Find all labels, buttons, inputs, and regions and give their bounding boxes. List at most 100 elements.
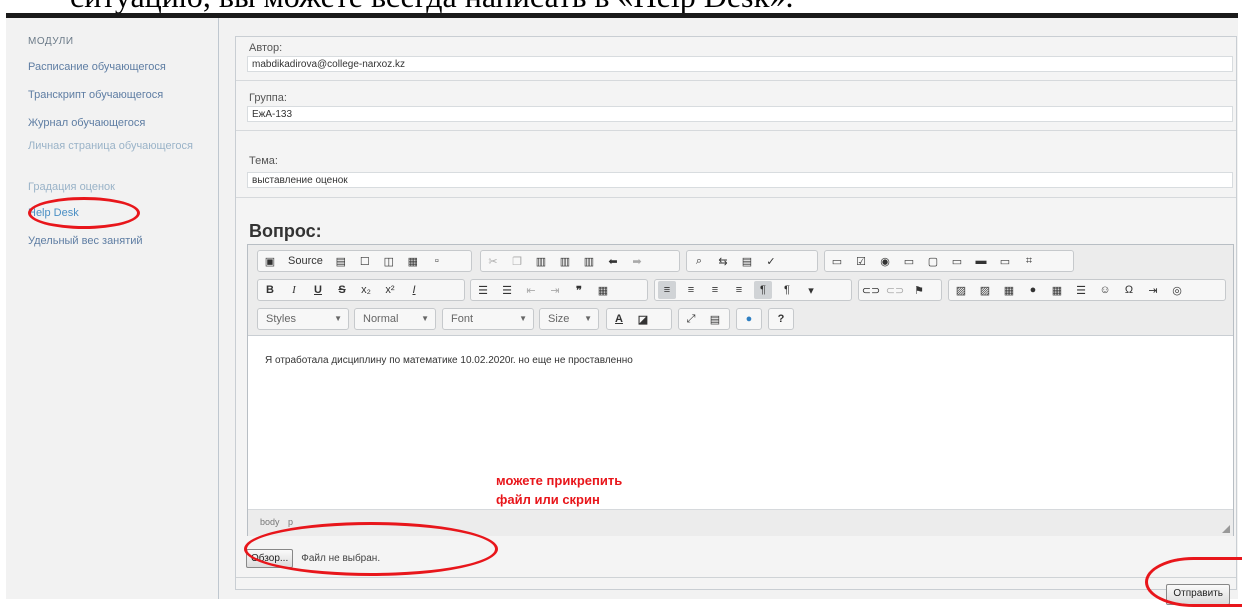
sidebar-item-schedule[interactable]: Расписание обучающегося (28, 61, 208, 74)
source-icon[interactable]: ▣ (261, 252, 279, 270)
bulleted-list-icon[interactable]: ☰ (498, 281, 516, 299)
toolbar-group-forms: ▭ ☑ ◉ ▭ ▢ ▭ ▬ ▭ ⌗ (824, 250, 1074, 272)
sidebar-item-journal[interactable]: Журнал обучающегося (28, 117, 208, 130)
align-right-icon[interactable]: ≡ (706, 281, 724, 299)
subject-field[interactable]: выставление оценок (247, 172, 1233, 188)
anchor-icon[interactable]: ⚑ (910, 281, 928, 299)
textfield-icon[interactable]: ▭ (900, 252, 918, 270)
find-icon[interactable]: ⌕ (690, 252, 708, 270)
separator (236, 577, 1236, 578)
source-button[interactable]: Source (285, 252, 326, 270)
sidebar-item-personal-page[interactable]: Личная страница обучающегося (28, 140, 208, 153)
show-blocks-icon[interactable]: ▤ (706, 310, 724, 328)
underline-icon[interactable]: U (309, 281, 327, 299)
select-all-icon[interactable]: ▤ (738, 252, 756, 270)
save-icon[interactable]: ▤ (332, 252, 350, 270)
blockquote-icon[interactable]: ❞ (570, 281, 588, 299)
strike-icon[interactable]: S (333, 281, 351, 299)
link-icon[interactable]: ⊂⊃ (862, 281, 880, 299)
page-break-icon[interactable]: ⇥ (1144, 281, 1162, 299)
select-icon[interactable]: ▭ (948, 252, 966, 270)
author-field[interactable]: mabdikadirova@college-narxoz.kz (247, 56, 1233, 72)
message-text: Я отработала дисциплину по математике 10… (265, 355, 633, 366)
hidden-field-icon[interactable]: ⌗ (1020, 252, 1038, 270)
numbered-list-icon[interactable]: ☰ (474, 281, 492, 299)
screenshot-frame: МОДУЛИ Расписание обучающегося Транскрип… (6, 18, 1242, 607)
sidebar-item-lesson-weight[interactable]: Удельный вес занятий (28, 235, 208, 248)
toolbar-group-align: ≡ ≡ ≡ ≡ ¶ ¶ ▾ (654, 279, 852, 301)
italic-icon[interactable]: I (285, 281, 303, 299)
horizontal-rule-icon[interactable]: ☰ (1072, 281, 1090, 299)
templates-icon[interactable]: ▫ (428, 252, 446, 270)
radio-icon[interactable]: ◉ (876, 252, 894, 270)
send-highlight-circle (1145, 557, 1242, 607)
about-icon[interactable]: ● (740, 310, 758, 328)
separator (236, 130, 1236, 131)
iframe-icon[interactable]: ▦ (1000, 281, 1018, 299)
resize-grip-icon[interactable] (1222, 525, 1230, 533)
special-char-icon[interactable]: Ω (1120, 281, 1138, 299)
smiley-icon[interactable]: ☺ (1096, 281, 1114, 299)
bold-icon[interactable]: B (261, 281, 279, 299)
textarea-icon[interactable]: ▢ (924, 252, 942, 270)
div-icon[interactable]: ▦ (594, 281, 612, 299)
bg-color-icon[interactable]: ◪ (634, 310, 652, 328)
unlink-icon[interactable]: ⊂⊃ (886, 281, 904, 299)
preview-icon[interactable]: ◫ (380, 252, 398, 270)
paste-icon[interactable]: ▥ (532, 252, 550, 270)
button-icon[interactable]: ▬ (972, 252, 990, 270)
styles-dropdown[interactable]: Styles ▼ (257, 308, 349, 330)
superscript-icon[interactable]: x² (381, 281, 399, 299)
flash-icon[interactable]: ▨ (976, 281, 994, 299)
attachment-annotation: можете прикрепить файл или скрин (496, 471, 622, 509)
path-body[interactable]: body (260, 517, 280, 527)
paste-word-icon[interactable]: ▥ (580, 252, 598, 270)
rtl-icon[interactable]: ¶ (778, 281, 796, 299)
editor-content[interactable]: Я отработала дисциплину по математике 10… (248, 336, 1233, 508)
maximize-icon[interactable]: ⤢ (682, 310, 700, 328)
sidebar-item-grading[interactable]: Градация оценок (28, 181, 208, 194)
editor-toolbar: ▣ Source ▤ ☐ ◫ ▦ ▫ ✂ ❐ ▥ ▥ ▥ ⬅ ➡ ⌕ ⇆ ▤ ✓… (248, 245, 1233, 336)
separator (236, 80, 1236, 81)
undo-icon[interactable]: ⬅ (604, 252, 622, 270)
align-left-icon[interactable]: ≡ (658, 281, 676, 299)
chevron-down-icon: ▼ (519, 314, 527, 323)
form-icon[interactable]: ▭ (828, 252, 846, 270)
language-icon[interactable]: ▾ (802, 281, 820, 299)
ltr-icon[interactable]: ¶ (754, 281, 772, 299)
chevron-down-icon: ▼ (421, 314, 429, 323)
path-p[interactable]: p (288, 517, 293, 527)
sidebar: МОДУЛИ Расписание обучающегося Транскрип… (6, 18, 219, 599)
table-icon[interactable]: ▦ (1048, 281, 1066, 299)
rich-text-editor: ▣ Source ▤ ☐ ◫ ▦ ▫ ✂ ❐ ▥ ▥ ▥ ⬅ ➡ ⌕ ⇆ ▤ ✓… (247, 244, 1234, 536)
image-icon[interactable]: ▨ (952, 281, 970, 299)
indent-icon[interactable]: ⇥ (546, 281, 564, 299)
remove-format-icon[interactable]: I (405, 281, 423, 299)
sidebar-item-transcript[interactable]: Транскрипт обучающегося (28, 89, 208, 102)
toolbar-group-find: ⌕ ⇆ ▤ ✓ (686, 250, 818, 272)
font-dropdown[interactable]: Font ▼ (442, 308, 534, 330)
outdent-icon[interactable]: ⇤ (522, 281, 540, 299)
text-color-icon[interactable]: A (610, 310, 628, 328)
help-icon[interactable]: ? (772, 310, 790, 328)
replace-icon[interactable]: ⇆ (714, 252, 732, 270)
align-center-icon[interactable]: ≡ (682, 281, 700, 299)
checkbox-icon[interactable]: ☑ (852, 252, 870, 270)
spellcheck-icon[interactable]: ✓ (762, 252, 780, 270)
group-field[interactable]: ЕжА-133 (247, 106, 1233, 122)
new-page-icon[interactable]: ☐ (356, 252, 374, 270)
globe-icon[interactable]: ◎ (1168, 281, 1186, 299)
image-button-icon[interactable]: ▭ (996, 252, 1014, 270)
subscript-icon[interactable]: x₂ (357, 281, 375, 299)
justify-icon[interactable]: ≡ (730, 281, 748, 299)
media-icon[interactable]: ● (1024, 281, 1042, 299)
toolbar-group-colors: A ◪ (606, 308, 672, 330)
print-icon[interactable]: ▦ (404, 252, 422, 270)
paste-text-icon[interactable]: ▥ (556, 252, 574, 270)
copy-icon[interactable]: ❐ (508, 252, 526, 270)
redo-icon[interactable]: ➡ (628, 252, 646, 270)
cut-icon[interactable]: ✂ (484, 252, 502, 270)
toolbar-group-links: ⊂⊃ ⊂⊃ ⚑ (858, 279, 942, 301)
size-dropdown[interactable]: Size ▼ (539, 308, 599, 330)
format-dropdown[interactable]: Normal ▼ (354, 308, 436, 330)
